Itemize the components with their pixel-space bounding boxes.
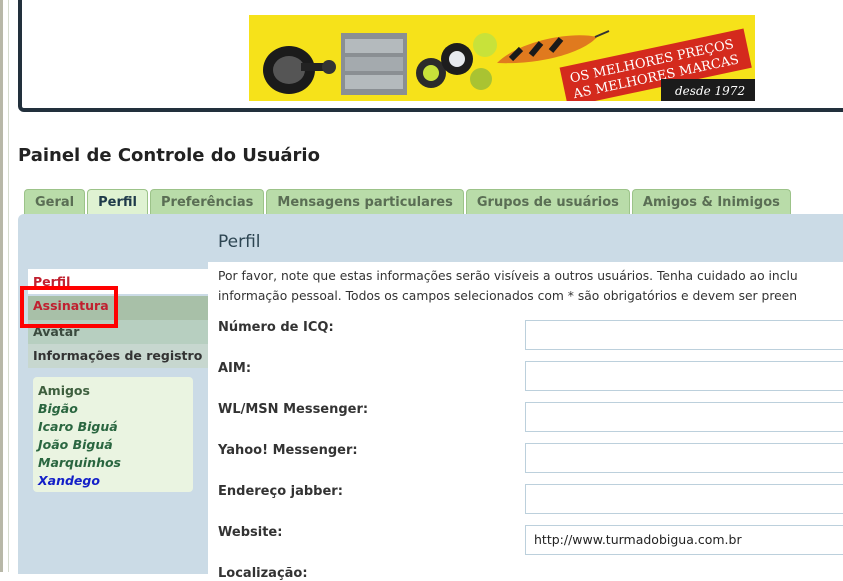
tab-perfil[interactable]: Perfil	[87, 189, 148, 216]
friend-link[interactable]: Xandego	[38, 472, 188, 490]
aim-label: AIM:	[218, 361, 252, 376]
notice-line-2: informação pessoal. Todos os campos sele…	[218, 289, 798, 303]
aim-field[interactable]	[525, 361, 843, 391]
sidebar-item-informacoes-de-registro[interactable]: Informações de registro	[28, 344, 208, 368]
tab-mensagens-particulares[interactable]: Mensagens particulares	[266, 189, 464, 214]
banner-since: desde 1972	[675, 84, 745, 98]
friend-link[interactable]: Marquinhos	[38, 454, 188, 472]
msn-label: WL/MSN Messenger:	[218, 402, 369, 417]
notice-line-1: Por favor, note que estas informações se…	[218, 269, 798, 283]
reel-icon	[263, 46, 336, 94]
friends-heading: Amigos	[38, 383, 90, 398]
tab-grupos-de-usuarios[interactable]: Grupos de usuários	[465, 189, 630, 214]
tab-amigos-inimigos[interactable]: Amigos & Inimigos	[631, 189, 791, 214]
page-title: Painel de Controle do Usuário	[18, 145, 320, 166]
section-title: Perfil	[218, 232, 261, 252]
jabber-label: Endereço jabber:	[218, 484, 343, 499]
tackle-box-icon	[341, 33, 407, 95]
website-field[interactable]: http://www.turmadobigua.com.br	[525, 525, 843, 555]
friend-link[interactable]: João Biguá	[38, 436, 188, 454]
friend-link[interactable]: Bigão	[38, 400, 188, 418]
location-label: Localização:	[218, 566, 308, 581]
page-edge	[0, 0, 3, 572]
lure-icon	[497, 30, 610, 64]
tab-preferencias[interactable]: Preferências	[150, 189, 265, 214]
friends-list: Amigos Bigão Icaro Biguá João Biguá Marq…	[33, 377, 193, 492]
fishing-line-icon	[416, 33, 497, 90]
yahoo-label: Yahoo! Messenger:	[218, 443, 358, 458]
tab-geral[interactable]: Geral	[24, 189, 86, 214]
yahoo-field[interactable]	[525, 443, 843, 473]
tab-bar: Geral Perfil Preferências Mensagens part…	[24, 189, 791, 216]
msn-field[interactable]	[525, 402, 843, 432]
page-edge-line	[8, 0, 9, 572]
highlight-box	[20, 286, 118, 328]
banner-graphic: OS MELHORES PREÇOS AS MELHORES MARCAS de…	[263, 28, 755, 101]
website-label: Website:	[218, 525, 283, 540]
advertising-banner[interactable]: OS MELHORES PREÇOS AS MELHORES MARCAS de…	[249, 15, 755, 101]
notice-text: Por favor, note que estas informações se…	[218, 266, 843, 306]
jabber-field[interactable]	[525, 484, 843, 514]
icq-field[interactable]	[525, 320, 843, 350]
friend-link[interactable]: Icaro Biguá	[38, 418, 188, 436]
icq-label: Número de ICQ:	[218, 320, 334, 335]
